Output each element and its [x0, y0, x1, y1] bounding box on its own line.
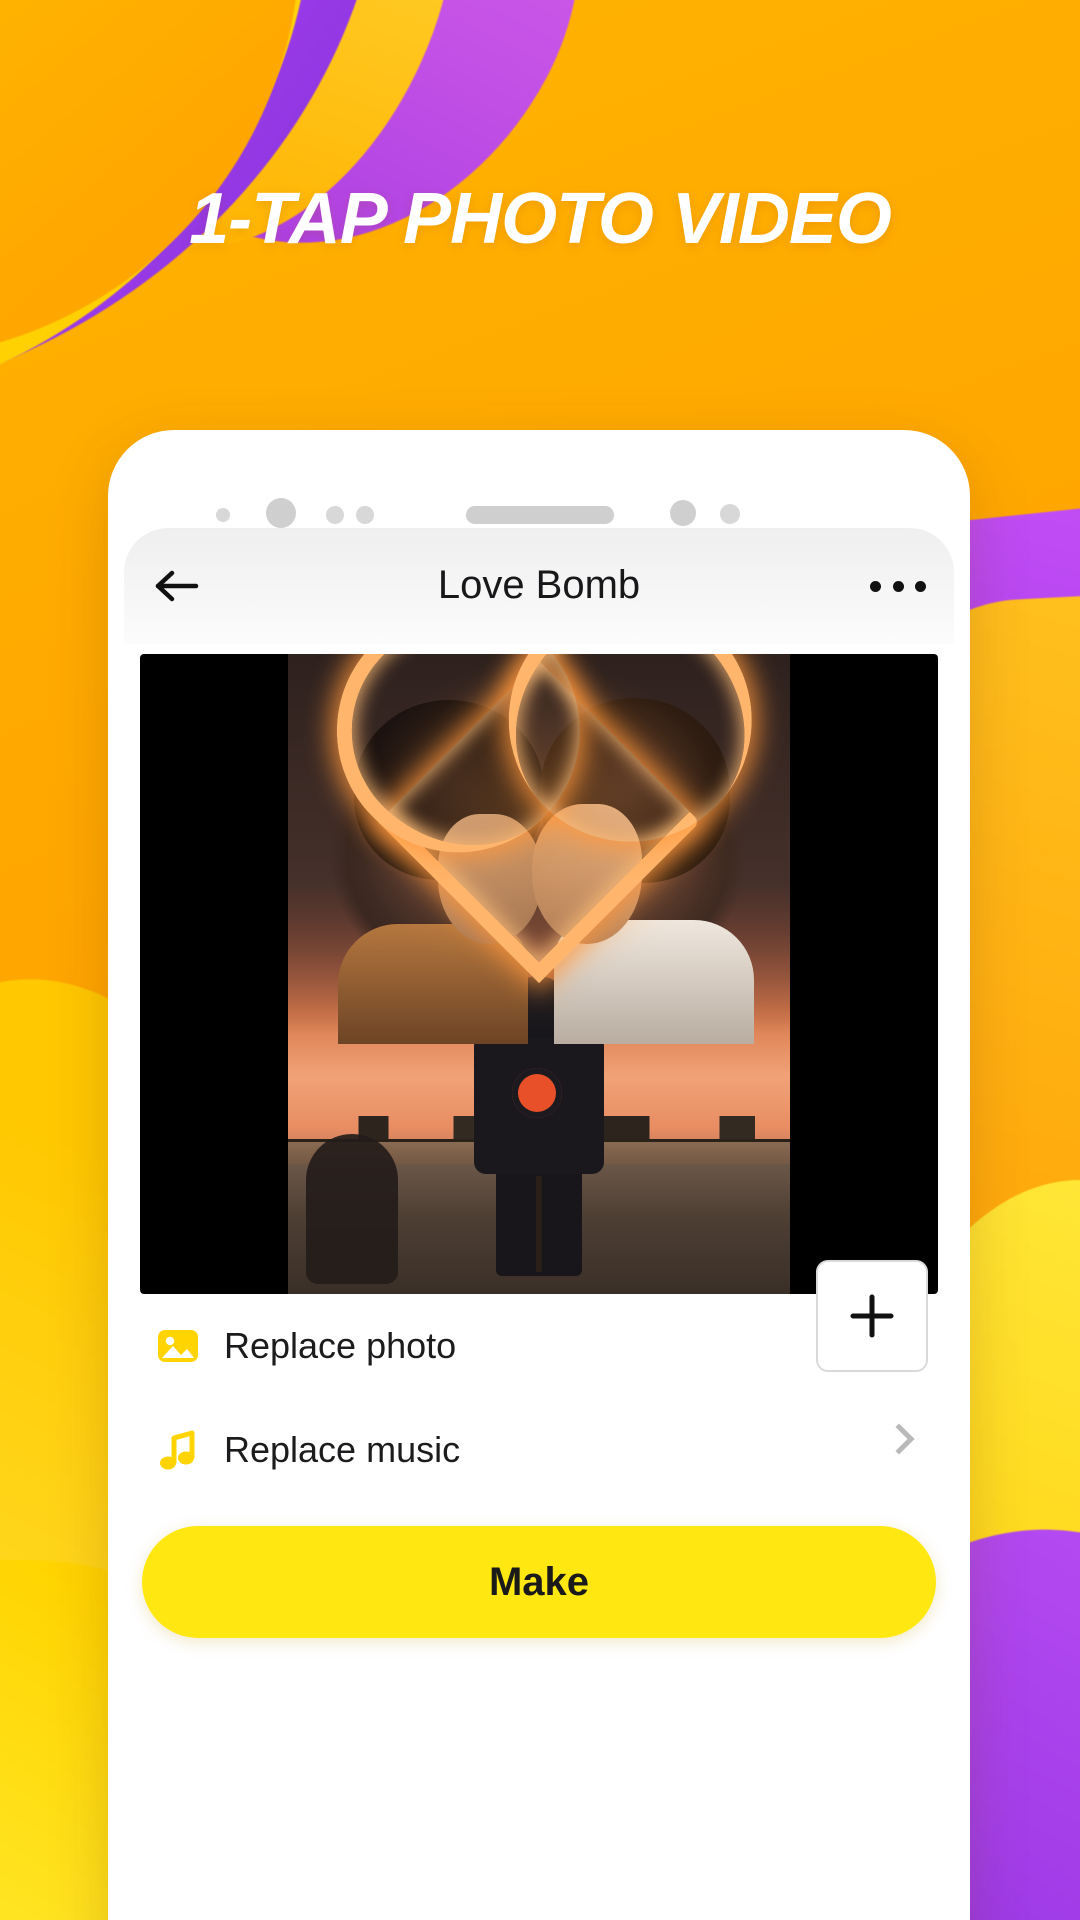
chevron-right-icon[interactable]: [883, 1423, 915, 1455]
music-note-icon: [146, 1418, 210, 1482]
app-bar: Love Bomb: [124, 528, 954, 644]
phone-screen: Love Bomb Replace photo Replace music Ma…: [124, 528, 954, 1920]
more-horizontal-icon: [870, 580, 881, 592]
option-replace-photo[interactable]: Replace photo: [140, 1260, 938, 1398]
preview-person-logo: [512, 1068, 562, 1118]
phone-top-hardware: [108, 468, 970, 528]
preview-background-person: [306, 1134, 398, 1284]
back-button[interactable]: [146, 558, 208, 614]
camera-dot-icon: [216, 508, 230, 522]
page-title: 1-TAP PHOTO VIDEO: [189, 179, 892, 259]
option-replace-music[interactable]: Replace music: [140, 1398, 938, 1502]
plus-icon: [850, 1294, 894, 1338]
make-button[interactable]: Make: [142, 1526, 936, 1638]
image-icon: [146, 1314, 210, 1378]
option-label: Replace photo: [224, 1325, 457, 1366]
add-photo-button[interactable]: [816, 1260, 928, 1372]
option-label: Replace music: [224, 1429, 461, 1470]
preview-person-leg-gap: [536, 1176, 542, 1272]
more-options-button[interactable]: [866, 562, 930, 610]
sensor-dot-icon: [720, 504, 740, 524]
more-horizontal-icon: [892, 580, 904, 592]
phone-mockup: Love Bomb Replace photo Replace music Ma…: [108, 430, 970, 1920]
more-horizontal-icon: [915, 580, 926, 592]
sensor-dot-icon: [356, 506, 374, 524]
preview-media: [288, 654, 790, 1294]
video-preview[interactable]: [140, 654, 938, 1294]
earpiece-speaker: [466, 506, 614, 524]
camera-dot-icon: [670, 500, 696, 526]
sensor-dot-icon: [326, 506, 344, 524]
camera-dot-icon: [266, 498, 296, 528]
app-bar-title: Love Bomb: [437, 562, 641, 607]
options-list: Replace photo Replace music: [124, 1260, 954, 1502]
arrow-left-icon: [155, 570, 199, 602]
